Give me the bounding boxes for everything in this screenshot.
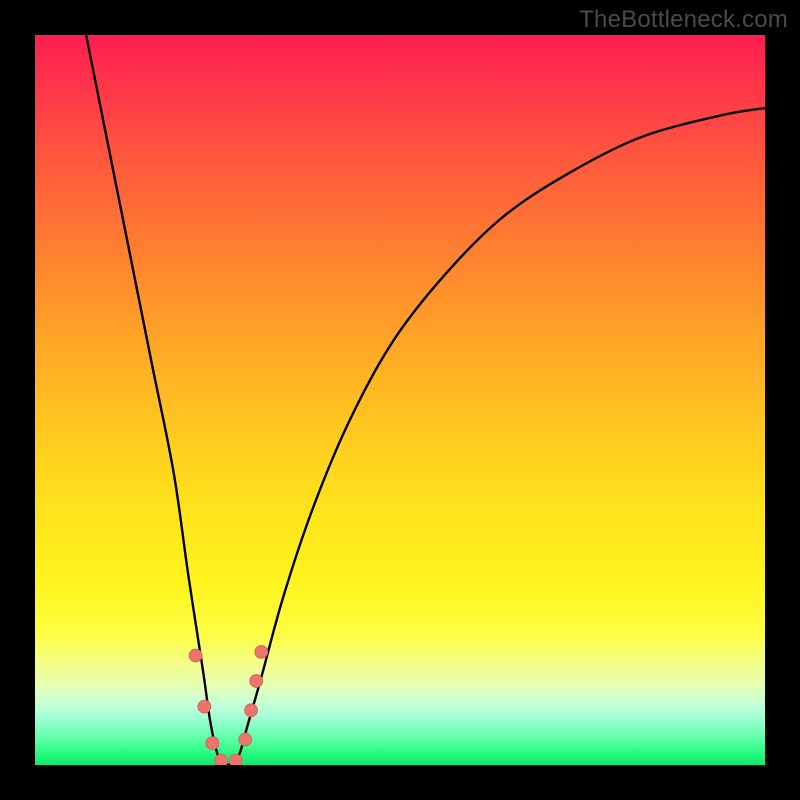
watermark-text: TheBottleneck.com [579,6,788,34]
trough-marker [245,704,258,717]
bottleneck-curve [86,35,765,765]
trough-marker [255,645,268,658]
trough-marker [189,649,202,662]
trough-marker [239,733,252,746]
trough-marker [198,700,211,713]
trough-marker [206,737,219,750]
chart-frame: TheBottleneck.com [0,0,800,800]
trough-marker [229,754,242,765]
trough-marker [250,675,263,688]
trough-marker [215,754,228,765]
plot-area [35,35,765,765]
curve-layer [35,35,765,765]
